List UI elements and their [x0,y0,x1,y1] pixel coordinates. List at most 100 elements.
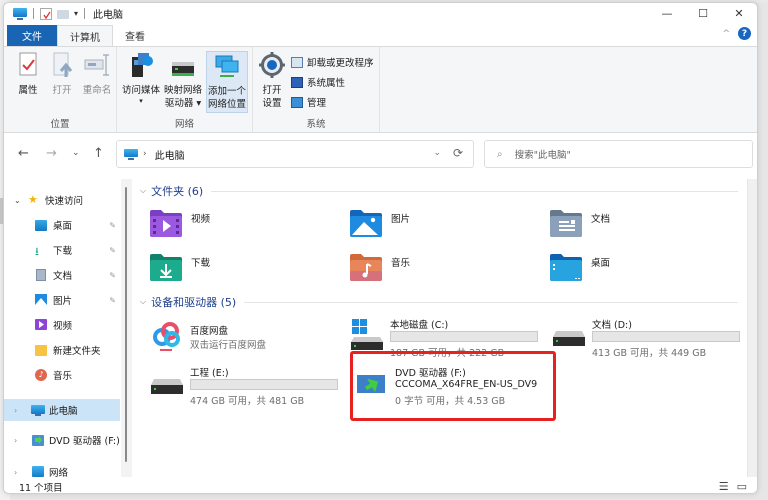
expand-chevron[interactable]: › [14,406,17,415]
folder-name: 视频 [191,214,211,225]
properties-quick-icon[interactable] [40,7,52,20]
properties-button[interactable]: 属性 [14,51,42,97]
baidu-netdisk-icon [150,319,184,353]
group-label-network: 网络 [174,119,194,130]
sidebar-item-music[interactable]: ♪ 音乐 [4,364,120,386]
minimize-button[interactable]: — [649,3,685,24]
tab-computer[interactable]: 计算机 [57,25,113,46]
rename-button[interactable]: 重命名 [80,51,114,97]
new-folder-quick-icon[interactable] [57,10,69,19]
section-divider [244,301,738,303]
this-pc-icon [13,7,27,20]
folder-videos[interactable]: 视频 [150,209,210,237]
open-label: 打开 [52,85,72,96]
desktop-folder-icon [550,253,582,281]
scrollbar-thumb[interactable] [125,187,127,462]
drive-free-space: 413 GB 可用，共 449 GB [592,348,707,359]
pin-icon[interactable]: ✎ [109,246,116,255]
folder-desktop[interactable]: 桌面 [550,253,610,281]
expand-chevron[interactable]: ⌄ [14,196,21,205]
back-button[interactable]: ← [18,146,29,161]
breadcrumb-this-pc[interactable]: 此电脑 [155,147,185,162]
add-network-location-button[interactable]: 添加一个 网络位置 [206,51,248,113]
sidebar-item-documents[interactable]: 文档 ✎ [4,264,120,286]
hard-drive-icon [150,365,184,399]
drive-e[interactable]: 工程 (E:) 474 GB 可用，共 481 GB [150,365,350,407]
help-button[interactable]: ? [738,27,751,40]
pin-icon[interactable]: ✎ [109,271,116,280]
address-history-dropdown[interactable]: ⌄ [433,148,441,158]
videos-folder-icon [150,209,182,237]
network-location-icon [213,52,241,82]
separator [84,8,86,19]
window-title: 此电脑 [93,10,124,21]
details-view-button[interactable]: ☰ [719,480,729,493]
manage-button[interactable]: 管理 [291,94,326,110]
folder-music[interactable]: 音乐 [350,253,410,281]
search-box[interactable]: ⌕ 搜索"此电脑" [484,140,753,168]
ribbon: 属性 打开 重命名 位置 访问媒体 ▾ 映射网络 驱动器 ▾ 添加一个 网络位置… [4,46,757,133]
map-drive-label: 映射网络 [163,85,202,96]
navigation-pane-scrollbar[interactable] [121,179,132,479]
maximize-button[interactable]: ☐ [685,3,721,24]
forward-button[interactable]: → [46,146,57,161]
dropdown-arrow: ▾ [139,97,143,105]
open-settings-sublabel: 设置 [262,98,282,109]
desktop-folder-icon [35,220,47,231]
folder-pictures[interactable]: 图片 [350,209,410,237]
search-icon: ⌕ [497,148,503,160]
system-properties-label: 系统属性 [307,78,346,89]
drive-d[interactable]: 文档 (D:) 413 GB 可用，共 449 GB [552,317,752,359]
refresh-button[interactable]: ⟳ [453,146,463,160]
up-button[interactable]: ↑ [93,146,104,161]
open-button[interactable]: 打开 [48,51,76,97]
sidebar-item-new-folder[interactable]: 新建文件夹 [4,339,120,361]
pictures-folder-icon [350,209,382,237]
recent-locations-button[interactable]: ⌄ [72,148,80,158]
section-header-devices[interactable]: ⌵ 设备和驱动器 (5) [140,294,738,310]
star-icon: ★ [28,193,38,206]
folder-documents[interactable]: 文档 [550,209,610,237]
tab-file[interactable]: 文件 [7,25,57,46]
sidebar-label: 新建文件夹 [53,346,101,357]
device-baidu-netdisk[interactable]: 百度网盘 双击运行百度网盘 [150,319,340,355]
uninstall-programs-button[interactable]: 卸载或更改程序 [291,54,374,70]
sidebar-item-dvd-drive[interactable]: › DVD 驱动器 (F:) [4,429,120,451]
open-settings-button[interactable]: 打开 设置 [258,51,286,110]
section-header-folders[interactable]: ⌵ 文件夹 (6) [140,183,738,199]
expand-chevron[interactable]: › [14,468,17,477]
drive-name: 文档 (D:) [592,320,632,331]
pin-icon[interactable]: ✎ [109,221,116,230]
content-pane: ⌵ 文件夹 (6) 视频 图片 文档 下载 音乐 桌面 ⌵ 设备和驱动器 (5)… [134,179,746,477]
sidebar-item-downloads[interactable]: ⭳ 下载 ✎ [4,239,120,261]
sidebar-item-quick-access[interactable]: ⌄ ★ 快速访问 [4,189,120,211]
sidebar-item-desktop[interactable]: 桌面 ✎ [4,214,120,236]
pin-icon[interactable]: ✎ [109,296,116,305]
drive-usage-bar [390,331,538,342]
sidebar-item-pictures[interactable]: 图片 ✎ [4,289,120,311]
folder-downloads[interactable]: 下载 [150,253,210,281]
folder-name: 桌面 [591,258,611,269]
collapse-chevron-icon: ⌵ [140,186,147,195]
expand-chevron[interactable]: › [14,436,17,445]
hard-drive-icon [552,317,586,351]
sidebar-label: 下载 [53,246,73,257]
sidebar-item-this-pc[interactable]: › 此电脑 [4,399,120,421]
content-scrollbar[interactable] [747,179,757,477]
close-button[interactable]: ✕ [721,3,757,24]
device-name: 百度网盘 [190,326,229,337]
access-media-button[interactable]: 访问媒体 ▾ [121,51,161,105]
system-properties-button[interactable]: 系统属性 [291,74,345,90]
tiles-view-button[interactable]: ▭ [737,480,747,493]
tab-view[interactable]: 查看 [113,25,157,46]
collapse-ribbon-button[interactable]: ^ [722,29,730,39]
documents-folder-icon [550,209,582,237]
item-count: 11 个项目 [19,483,63,494]
map-network-drive-button[interactable]: 映射网络 驱动器 ▾ [163,51,203,110]
sidebar-item-videos[interactable]: 视频 [4,314,120,336]
videos-icon [35,319,47,330]
properties-icon [14,51,42,81]
address-bar[interactable]: › 此电脑 ⌄ ⟳ [116,140,474,168]
manage-icon [291,96,303,108]
quick-access-toolbar-dropdown[interactable]: ▾ [74,9,78,18]
